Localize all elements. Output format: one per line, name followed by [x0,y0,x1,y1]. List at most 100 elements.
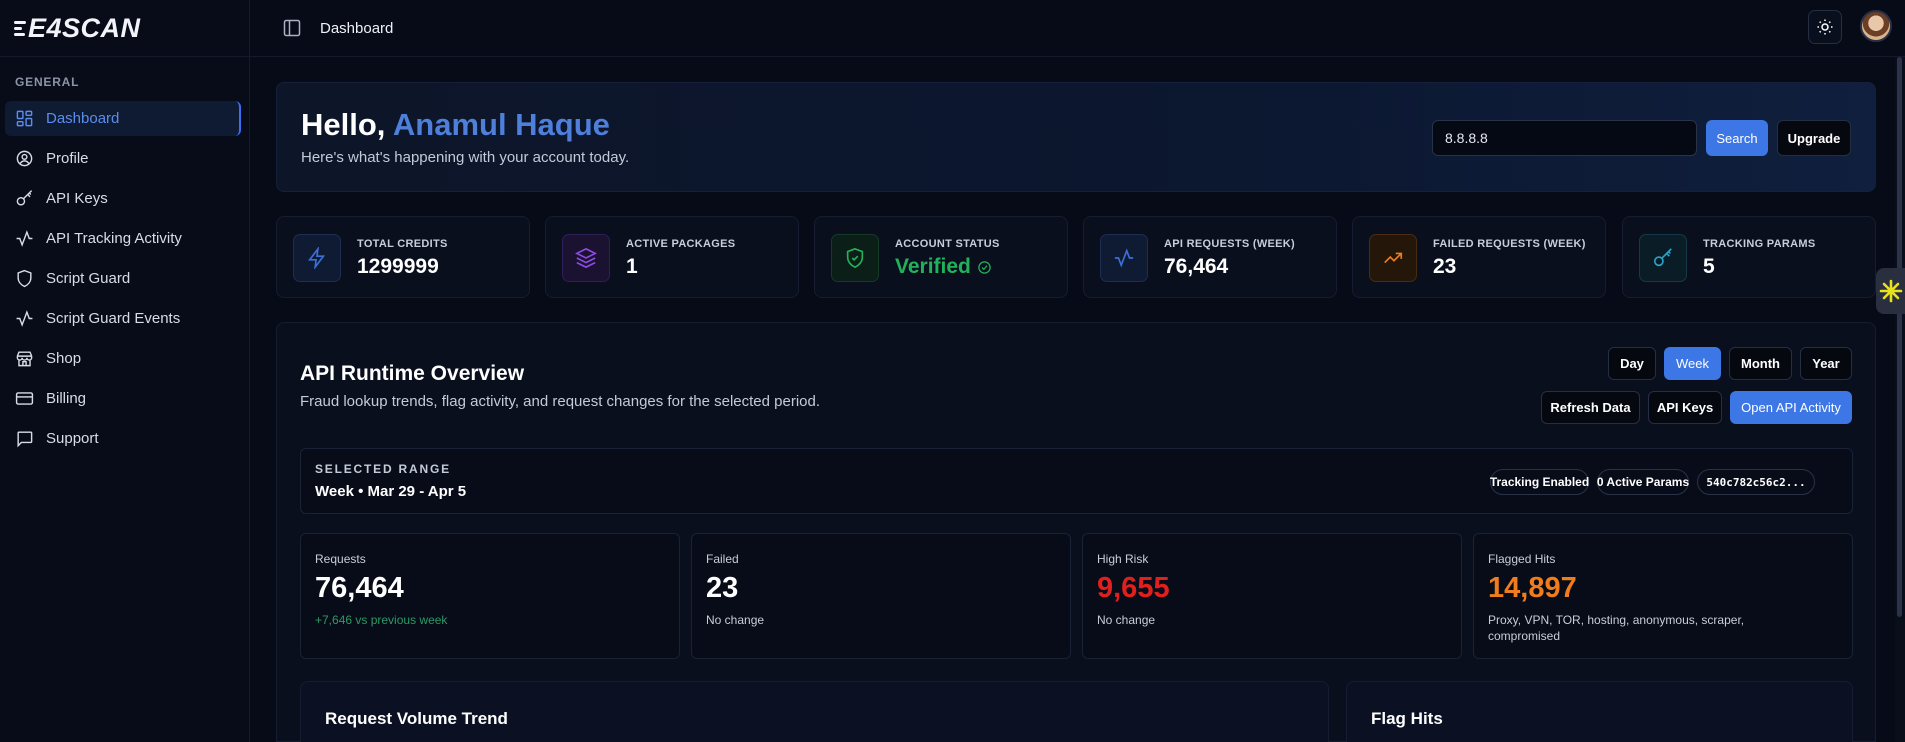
activity-icon [16,310,33,327]
user-avatar[interactable] [1860,10,1892,42]
period-day-button[interactable]: Day [1608,347,1656,380]
shield-check-icon [831,234,879,282]
page-title: Dashboard [320,19,394,37]
user-name: Anamul Haque [392,107,610,142]
sidebar-item-api-tracking-activity[interactable]: API Tracking Activity [5,221,241,256]
sidebar-item-script-guard[interactable]: Script Guard [5,261,241,296]
metric-label: Requests [315,552,366,566]
api-runtime-overview-panel: API Runtime Overview Fraud lookup trends… [276,322,1876,742]
lightning-icon [293,234,341,282]
user-circle-icon [16,150,33,167]
stat-card-api-requests: API REQUESTS (WEEK) 76,464 [1083,216,1337,298]
key-icon [1639,234,1687,282]
sidebar-item-label: Script Guard Events [46,310,181,327]
tracking-enabled-badge: Tracking Enabled [1490,469,1589,495]
welcome-banner: Hello, Anamul Haque Here's what's happen… [276,82,1876,192]
asterisk-icon [1879,279,1902,303]
brand-speed-lines-icon [14,20,26,36]
shield-icon [17,269,32,288]
stat-label: TRACKING PARAMS [1703,238,1816,250]
selected-range-box: SELECTED RANGE Week • Mar 29 - Apr 5 Tra… [300,448,1853,514]
stat-label: ACCOUNT STATUS [895,238,1000,250]
metric-card-requests: Requests 76,464 +7,646 vs previous week [300,533,680,659]
metric-card-high-risk: High Risk 9,655 No change [1082,533,1462,659]
metric-note: No change [1097,613,1156,627]
sidebar-toggle-icon[interactable] [282,18,302,38]
sidebar-item-label: API Keys [46,190,108,207]
stat-card-failed-requests: FAILED REQUESTS (WEEK) 23 [1352,216,1606,298]
metric-card-failed: Failed 23 No change [691,533,1071,659]
greeting-text: Hello, [301,107,386,142]
metric-value: 9,655 [1097,572,1170,604]
stat-card-total-credits: TOTAL CREDITS 1299999 [276,216,530,298]
metric-note: +7,646 vs previous week [315,613,448,627]
stat-value: 1 [626,255,638,278]
theme-toggle-button[interactable] [1808,10,1842,44]
api-keys-button[interactable]: API Keys [1648,391,1722,424]
sidebar-item-script-guard-events[interactable]: Script Guard Events [5,301,241,336]
stat-value-wrapper: Verified [895,255,992,279]
sidebar-item-label: Support [46,430,99,447]
metric-label: Flagged Hits [1488,552,1556,566]
open-api-activity-button[interactable]: Open API Activity [1730,391,1852,424]
sidebar-item-shop[interactable]: Shop [5,341,241,376]
sidebar-item-api-keys[interactable]: API Keys [5,181,241,216]
period-year-button[interactable]: Year [1800,347,1852,380]
stat-value: 76,464 [1164,255,1229,278]
brand-name: E4SCAN [28,12,141,43]
stat-value: 5 [1703,255,1715,278]
topbar: Dashboard [250,0,1905,57]
sidebar-item-label: API Tracking Activity [46,230,182,247]
period-week-button[interactable]: Week [1664,347,1721,380]
stat-label: TOTAL CREDITS [357,238,448,250]
scrollbar-thumb[interactable] [1897,57,1902,617]
panel-subtitle: Fraud lookup trends, flag activity, and … [300,393,821,410]
brand-logo[interactable]: E4SCAN [0,0,249,57]
metric-card-flagged-hits: Flagged Hits 14,897 Proxy, VPN, TOR, hos… [1473,533,1853,659]
greeting-subtitle: Here's what's happening with your accoun… [301,149,630,166]
period-month-button[interactable]: Month [1729,347,1792,380]
sidebar-item-label: Dashboard [46,110,120,127]
stat-label: FAILED REQUESTS (WEEK) [1433,238,1586,250]
stat-label: API REQUESTS (WEEK) [1164,238,1295,250]
sidebar-item-support[interactable]: Support [5,421,241,456]
metric-note: Proxy, VPN, TOR, hosting, anonymous, scr… [1488,613,1745,643]
sidebar-item-label: Script Guard [46,270,131,287]
sidebar: E4SCAN GENERAL Dashboard Profile API Key… [0,0,250,742]
nav-section-label: GENERAL [15,75,80,89]
flag-hits-card: Flag Hits [1346,681,1853,742]
search-button[interactable]: Search [1706,120,1768,156]
active-params-badge: 0 Active Params [1597,469,1689,495]
activity-icon [1100,234,1148,282]
stat-value: 1299999 [357,255,439,278]
tracking-id-badge[interactable]: 540c782c56c2... [1697,469,1815,495]
store-icon [16,351,33,367]
upgrade-button[interactable]: Upgrade [1777,120,1851,156]
sidebar-item-label: Billing [46,390,87,407]
metric-label: Failed [706,552,739,566]
metric-value: 23 [706,572,739,604]
floating-widget-button[interactable] [1876,268,1905,314]
check-circle-icon [978,260,991,274]
range-value: Week • Mar 29 - Apr 5 [315,483,467,500]
metric-label: High Risk [1097,552,1149,566]
sidebar-item-billing[interactable]: Billing [5,381,241,416]
stat-value: Verified [895,255,971,278]
sun-icon [1817,19,1833,35]
metric-note: No change [706,613,765,627]
dashboard-icon [16,110,33,127]
greeting-heading: Hello, Anamul Haque [301,107,610,143]
stat-card-active-packages: ACTIVE PACKAGES 1 [545,216,799,298]
message-icon [17,431,33,448]
refresh-data-button[interactable]: Refresh Data [1541,391,1640,424]
ip-search-input[interactable] [1432,120,1697,156]
stat-card-account-status: ACCOUNT STATUS Verified [814,216,1068,298]
credit-card-icon [15,392,34,405]
sidebar-item-profile[interactable]: Profile [5,141,241,176]
panel-title: API Runtime Overview [300,362,525,385]
sidebar-item-label: Profile [46,150,89,167]
metric-value: 76,464 [315,572,404,604]
layers-icon [562,234,610,282]
chart-title: Request Volume Trend [325,709,508,728]
sidebar-item-dashboard[interactable]: Dashboard [5,101,241,136]
